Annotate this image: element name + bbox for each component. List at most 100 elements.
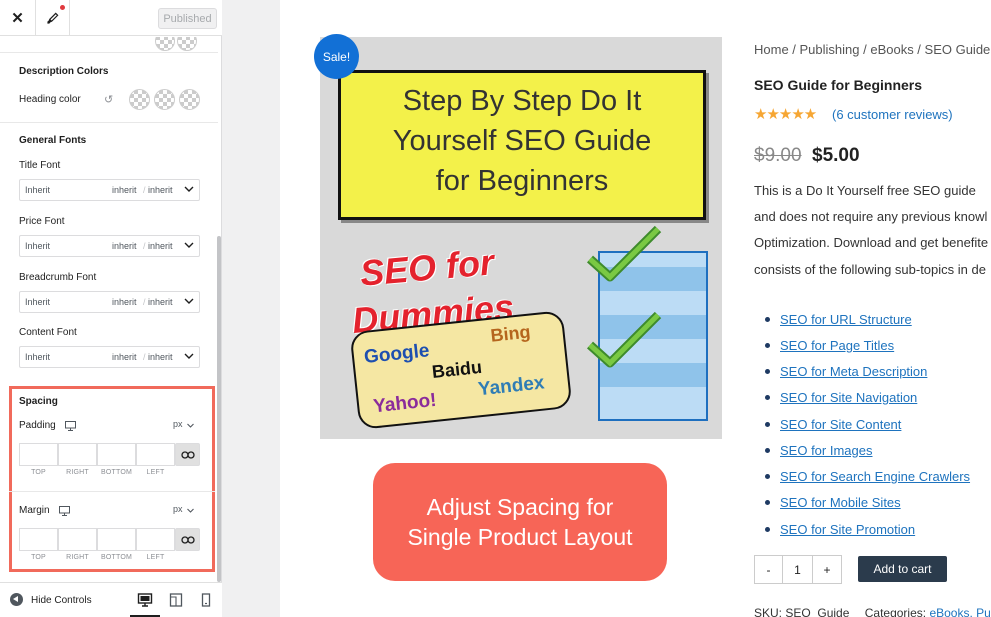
board-line: for Beginners	[435, 165, 609, 197]
reset-icon[interactable]: ↺	[104, 93, 113, 106]
topic-link[interactable]: SEO for Site Navigation	[780, 390, 917, 405]
color-swatch[interactable]	[177, 37, 197, 51]
engine-name: Bing	[489, 321, 532, 346]
breadcrumb-font-label: Breadcrumb Font	[19, 272, 97, 283]
hide-controls-icon[interactable]	[10, 593, 23, 606]
padding-top-input[interactable]	[19, 443, 58, 466]
mobile-preview-icon[interactable]	[198, 592, 214, 608]
engine-name: Google	[363, 340, 431, 368]
title-font-select[interactable]: Inherit inherit / inherit	[19, 179, 200, 201]
top-label: TOP	[31, 469, 46, 476]
font-weight-value: inherit	[148, 241, 173, 251]
divider	[0, 122, 218, 123]
padding-right-input[interactable]	[58, 443, 97, 466]
breadcrumb-font-select[interactable]: Inherit inherit / inherit	[19, 291, 200, 313]
tablet-preview-icon[interactable]	[168, 592, 184, 608]
divider	[9, 491, 215, 492]
close-button[interactable]: ✕	[0, 0, 36, 36]
categories-label: Categories:	[864, 606, 927, 617]
list-bullet	[765, 395, 770, 400]
padding-unit[interactable]: px	[173, 419, 183, 429]
font-size-value: inherit	[112, 297, 137, 307]
font-family-value: Inherit	[25, 352, 51, 362]
product-summary: Home / Publishing / eBooks / SEO Guide f…	[754, 0, 991, 617]
sale-badge: Sale!	[314, 34, 359, 79]
qty-minus-button[interactable]: -	[755, 556, 783, 583]
margin-top-input[interactable]	[19, 528, 58, 551]
list-bullet	[765, 527, 770, 532]
site-preview: Step By Step Do It Yourself SEO Guide fo…	[280, 0, 991, 617]
engine-name: Yahoo!	[372, 389, 438, 418]
font-weight-value: inherit	[148, 352, 173, 362]
chevron-down-icon	[184, 298, 194, 304]
customizer-panel: ✕ Published Description Colors Heading c…	[0, 0, 222, 617]
brush-icon	[47, 12, 59, 24]
panel-bottombar: Hide Controls	[0, 582, 222, 617]
reviews-link[interactable]: (6 customer reviews)	[832, 107, 953, 122]
chevron-down-icon	[184, 186, 194, 192]
unsaved-dot	[60, 5, 65, 10]
breadcrumb[interactable]: Home / Publishing / eBooks / SEO Guide f…	[754, 42, 991, 57]
description-line: This is a Do It Yourself free SEO guide	[754, 183, 976, 198]
product-image[interactable]: Step By Step Do It Yourself SEO Guide fo…	[320, 37, 722, 439]
chevron-down-icon	[187, 508, 194, 513]
quantity-stepper: - 1 +	[754, 555, 842, 584]
topic-link[interactable]: SEO for Search Engine Crawlers	[780, 469, 970, 484]
hide-controls-button[interactable]: Hide Controls	[31, 595, 92, 606]
add-to-cart-button[interactable]: Add to cart	[858, 556, 947, 582]
desktop-icon[interactable]	[59, 506, 70, 516]
list-bullet	[765, 343, 770, 348]
desktop-icon[interactable]	[65, 421, 76, 431]
list-bullet	[765, 500, 770, 505]
content-font-select[interactable]: Inherit inherit / inherit	[19, 346, 200, 368]
font-weight-value: inherit	[148, 297, 173, 307]
padding-link-button[interactable]	[175, 443, 200, 466]
font-size-value: inherit	[112, 185, 137, 195]
link-icon	[180, 535, 195, 544]
description-line: Optimization. Download and get benefite	[754, 235, 989, 250]
callout-line: Single Product Layout	[407, 524, 633, 550]
content-font-label: Content Font	[19, 327, 77, 338]
price-font-label: Price Font	[19, 216, 65, 227]
margin-right-input[interactable]	[58, 528, 97, 551]
color-swatch[interactable]	[154, 89, 175, 110]
sku-label: SKU: SEO_Guide	[754, 606, 850, 617]
bottom-label: BOTTOM	[100, 554, 132, 561]
font-separator: /	[143, 241, 146, 251]
topic-link[interactable]: SEO for Page Titles	[780, 338, 894, 353]
published-button[interactable]: Published	[158, 8, 217, 29]
price-font-select[interactable]: Inherit inherit / inherit	[19, 235, 200, 257]
category-link[interactable]: eBooks, Pub	[929, 606, 991, 617]
color-swatch[interactable]	[155, 37, 175, 51]
color-swatch[interactable]	[179, 89, 200, 110]
board-line: Yourself SEO Guide	[392, 125, 652, 157]
chevron-down-icon	[184, 353, 194, 359]
panel-scrollbar[interactable]	[217, 236, 221, 582]
margin-bottom-input[interactable]	[97, 528, 136, 551]
style-tab-button[interactable]	[36, 0, 70, 36]
qty-input[interactable]: 1	[783, 556, 813, 583]
list-bullet	[765, 369, 770, 374]
image-dummies-line: SEO for	[358, 241, 496, 294]
padding-bottom-input[interactable]	[97, 443, 136, 466]
list-bullet	[765, 317, 770, 322]
margin-unit[interactable]: px	[173, 504, 183, 514]
padding-left-input[interactable]	[136, 443, 175, 466]
topic-link[interactable]: SEO for Images	[780, 443, 872, 458]
font-separator: /	[143, 297, 146, 307]
margin-left-input[interactable]	[136, 528, 175, 551]
topic-link[interactable]: SEO for Meta Description	[780, 364, 927, 379]
topic-link[interactable]: SEO for URL Structure	[780, 312, 912, 327]
checkmark-icon	[586, 311, 662, 368]
font-weight-value: inherit	[148, 185, 173, 195]
margin-link-button[interactable]	[175, 528, 200, 551]
qty-plus-button[interactable]: +	[813, 556, 841, 583]
topic-link[interactable]: SEO for Mobile Sites	[780, 495, 901, 510]
desktop-preview-icon[interactable]	[137, 592, 153, 608]
star-rating: ★★★★★	[754, 106, 817, 123]
callout-line: Adjust Spacing for	[426, 494, 614, 520]
topic-link[interactable]: SEO for Site Promotion	[780, 522, 915, 537]
topic-link[interactable]: SEO for Site Content	[780, 417, 901, 432]
top-label: TOP	[31, 554, 46, 561]
color-swatch[interactable]	[129, 89, 150, 110]
